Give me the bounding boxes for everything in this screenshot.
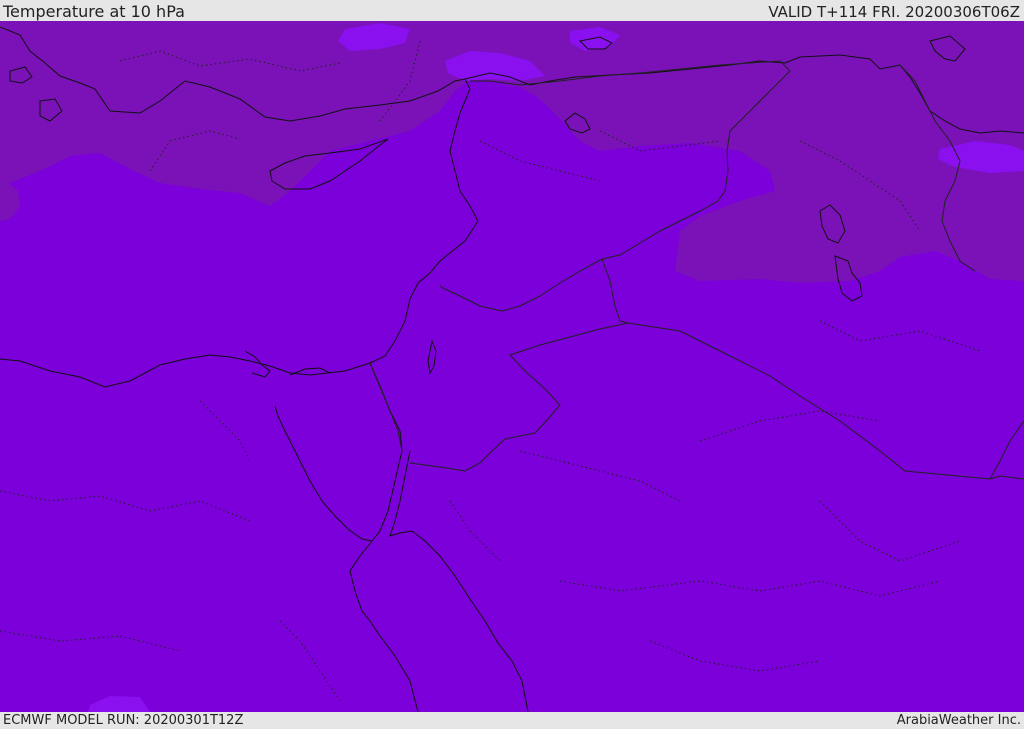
map-canvas (0, 21, 1024, 712)
credit-label: ArabiaWeather Inc. (896, 713, 1021, 728)
map-title: Temperature at 10 hPa (3, 2, 185, 21)
valid-time-label: VALID T+114 FRI. 20200306T06Z (768, 3, 1020, 21)
bottom-bar: ECMWF MODEL RUN: 20200301T12Z ArabiaWeat… (0, 712, 1024, 729)
top-bar: Temperature at 10 hPa VALID T+114 FRI. 2… (0, 0, 1024, 21)
weather-map[interactable] (0, 21, 1024, 712)
model-run-label: ECMWF MODEL RUN: 20200301T12Z (3, 713, 244, 728)
